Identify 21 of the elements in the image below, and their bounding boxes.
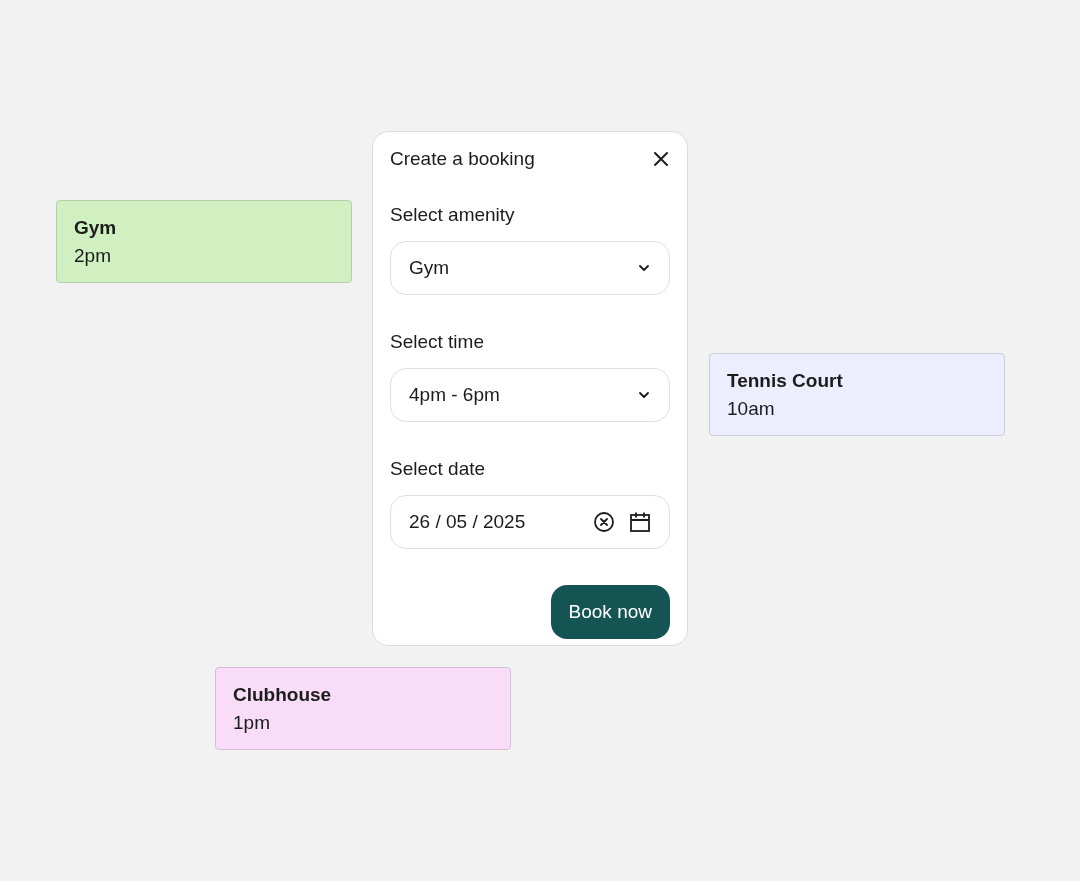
event-title: Gym [74, 216, 118, 240]
event-card[interactable]: Gym 2pm [56, 200, 352, 283]
event-time: 2pm [74, 244, 112, 268]
event-card[interactable]: Clubhouse 1pm [215, 667, 511, 750]
calendar-icon[interactable] [629, 511, 651, 533]
event-time: 1pm [233, 711, 271, 735]
event-time: 10am [727, 397, 776, 421]
dropdown-field[interactable]: Gym [390, 241, 670, 295]
event-title: Tennis Court [727, 369, 844, 393]
field-label: Select amenity [390, 203, 516, 227]
event-card[interactable]: Tennis Court 10am [709, 353, 1005, 436]
event-title: Clubhouse [233, 683, 333, 707]
close-button[interactable] [652, 150, 670, 168]
field-label: Select date [390, 457, 487, 481]
date-field[interactable]: 26 / 05 / 2025 [390, 495, 670, 549]
dropdown-field[interactable]: 4pm - 6pm [390, 368, 670, 422]
clear-icon[interactable] [593, 511, 615, 533]
dialog-title: Create a booking [390, 146, 535, 171]
field-label: Select time [390, 330, 485, 354]
close-icon [652, 150, 670, 168]
book-now-button[interactable]: Book now [550, 585, 670, 639]
